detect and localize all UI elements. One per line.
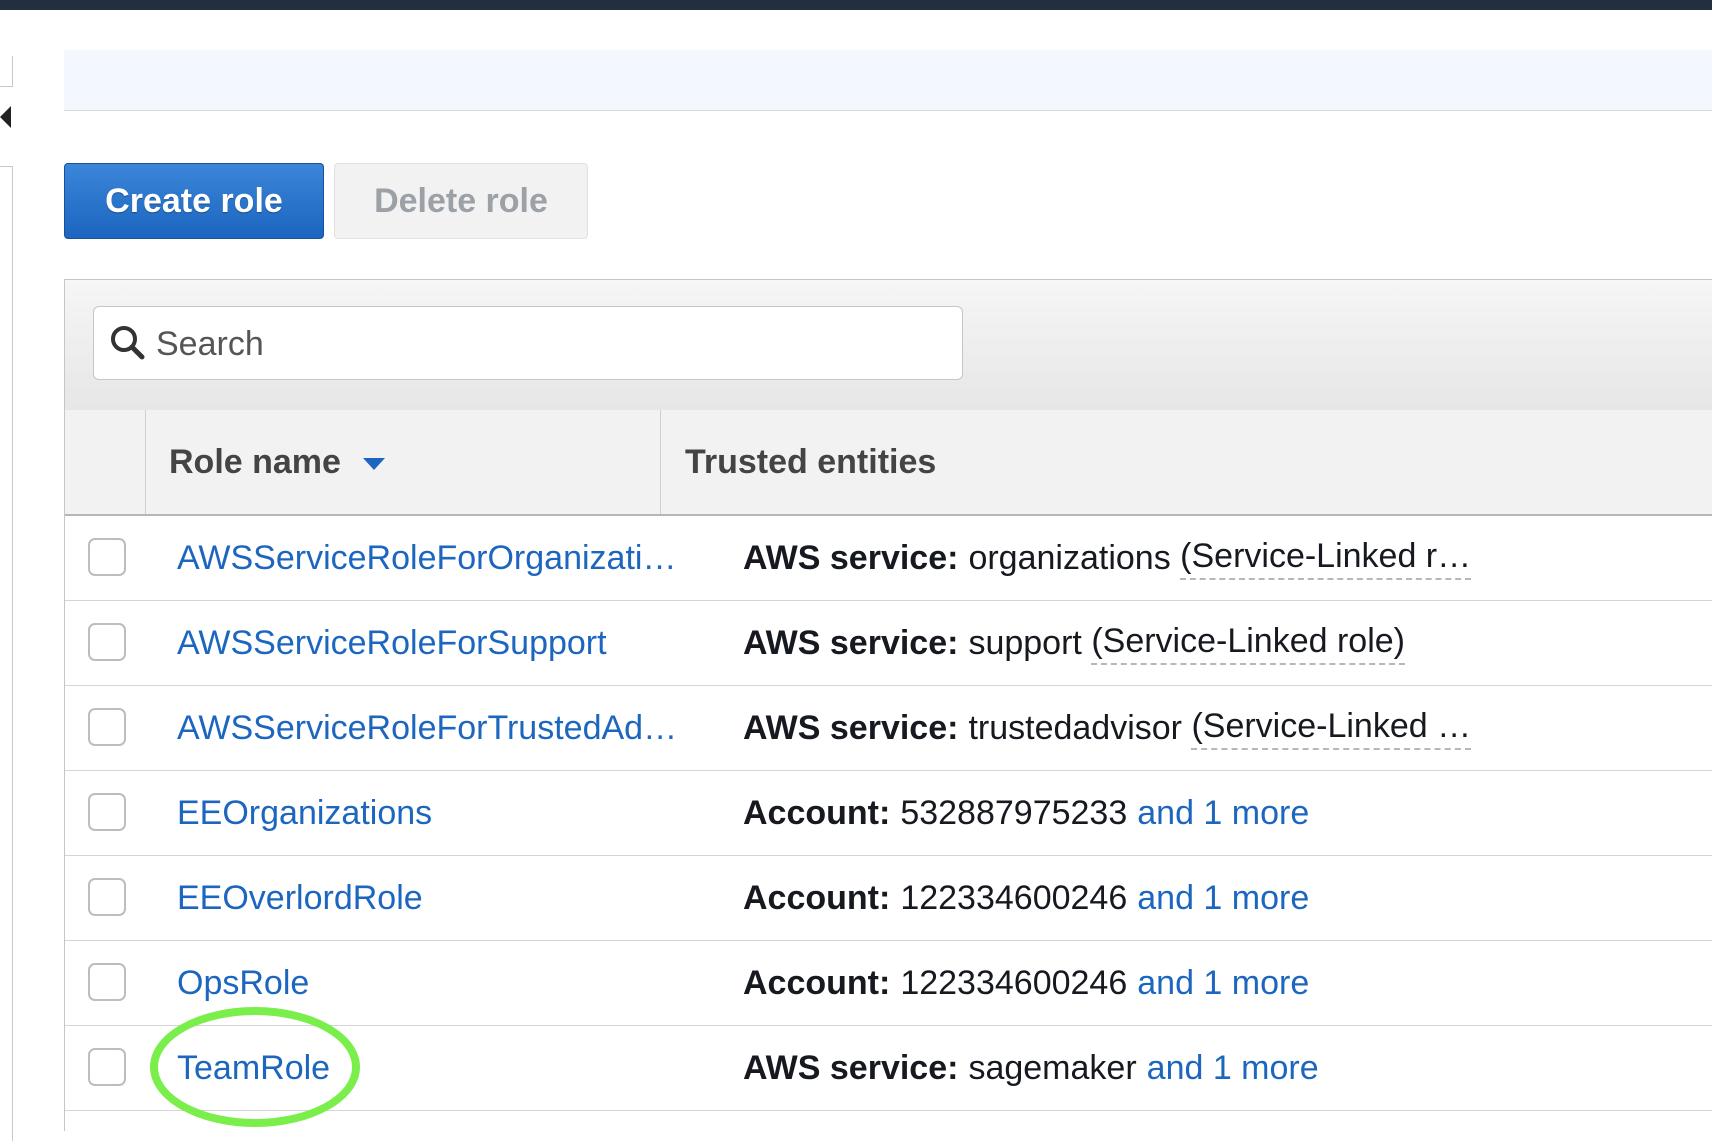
table-filter-bar bbox=[65, 280, 1712, 411]
column-divider bbox=[145, 410, 146, 514]
table-row: AWSServiceRoleForOrganizati… AWS service… bbox=[65, 516, 1712, 601]
role-name-link[interactable]: TeamRole bbox=[177, 1026, 677, 1110]
role-name-link[interactable]: EEOrganizations bbox=[177, 771, 677, 855]
search-input[interactable] bbox=[154, 317, 948, 371]
service-linked-tooltip[interactable]: (Service-Linked … bbox=[1191, 707, 1472, 750]
table-row: AWSServiceRoleForTrustedAd… AWS service:… bbox=[65, 686, 1712, 771]
entity-value: support bbox=[968, 623, 1082, 662]
row-checkbox[interactable] bbox=[88, 623, 126, 661]
entity-value: 122334600246 bbox=[900, 878, 1128, 917]
entity-type: Account: bbox=[743, 793, 891, 832]
roles-table: Role name Trusted entities AWSServiceRol… bbox=[64, 279, 1712, 1131]
role-name-link[interactable]: EEOverlordRole bbox=[177, 856, 677, 940]
entity-value: 532887975233 bbox=[900, 793, 1128, 832]
and-more-link[interactable]: and 1 more bbox=[1137, 879, 1309, 918]
entity-type: Account: bbox=[743, 963, 891, 1002]
create-role-button[interactable]: Create role bbox=[64, 163, 324, 239]
table-row: EEOrganizations Account: 532887975233 an… bbox=[65, 771, 1712, 856]
role-name-link[interactable]: OpsRole bbox=[177, 941, 677, 1025]
and-more-link[interactable]: and 1 more bbox=[1137, 794, 1309, 833]
table-row: TeamRole AWS service: sagemaker and 1 mo… bbox=[65, 1026, 1712, 1111]
entity-value: sagemaker bbox=[968, 1048, 1137, 1087]
table-header-row: Role name Trusted entities bbox=[65, 410, 1712, 516]
rail-divider bbox=[0, 56, 13, 87]
entity-value: 122334600246 bbox=[900, 963, 1128, 1002]
role-name-link[interactable]: AWSServiceRoleForSupport bbox=[177, 601, 677, 685]
row-checkbox[interactable] bbox=[88, 708, 126, 746]
row-checkbox[interactable] bbox=[88, 1048, 126, 1086]
and-more-link[interactable]: and 1 more bbox=[1137, 964, 1309, 1003]
side-navigation-rail bbox=[0, 10, 14, 1141]
service-linked-tooltip[interactable]: (Service-Linked r… bbox=[1180, 537, 1472, 580]
trusted-entities-cell: Account: 122334600246 and 1 more bbox=[743, 941, 1703, 1025]
trusted-entities-cell: Account: 532887975233 and 1 more bbox=[743, 771, 1703, 855]
column-header-role-name[interactable]: Role name bbox=[169, 410, 385, 514]
delete-role-button[interactable]: Delete role bbox=[334, 163, 588, 239]
search-box[interactable] bbox=[93, 306, 963, 380]
table-row: AWSServiceRoleForSupport AWS service: su… bbox=[65, 601, 1712, 686]
entity-type: AWS service: bbox=[743, 538, 959, 577]
column-header-label: Trusted entities bbox=[685, 442, 937, 481]
entity-type: AWS service: bbox=[743, 1048, 959, 1087]
trusted-entities-cell: AWS service: trustedadvisor (Service-Lin… bbox=[743, 686, 1703, 770]
trusted-entities-cell: AWS service: support (Service-Linked rol… bbox=[743, 601, 1703, 685]
row-checkbox[interactable] bbox=[88, 878, 126, 916]
entity-type: AWS service: bbox=[743, 708, 959, 747]
info-banner bbox=[64, 50, 1712, 111]
entity-value: organizations bbox=[968, 538, 1171, 577]
entity-value: trustedadvisor bbox=[968, 708, 1182, 747]
role-name-link[interactable]: AWSServiceRoleForTrustedAd… bbox=[177, 686, 677, 770]
caret-left-icon[interactable] bbox=[0, 106, 11, 128]
row-checkbox[interactable] bbox=[88, 963, 126, 1001]
and-more-link[interactable]: and 1 more bbox=[1147, 1049, 1319, 1088]
column-header-label: Role name bbox=[169, 442, 341, 481]
trusted-entities-cell: Account: 122334600246 and 1 more bbox=[743, 856, 1703, 940]
search-icon bbox=[111, 326, 145, 360]
column-header-trusted-entities: Trusted entities bbox=[685, 410, 936, 514]
trusted-entities-cell: AWS service: sagemaker and 1 more bbox=[743, 1026, 1703, 1110]
row-checkbox[interactable] bbox=[88, 538, 126, 576]
entity-type: AWS service: bbox=[743, 623, 959, 662]
trusted-entities-cell: AWS service: organizations (Service-Link… bbox=[743, 516, 1703, 600]
row-checkbox[interactable] bbox=[88, 793, 126, 831]
role-name-link[interactable]: AWSServiceRoleForOrganizati… bbox=[177, 516, 677, 600]
entity-type: Account: bbox=[743, 878, 891, 917]
table-row: EEOverlordRole Account: 122334600246 and… bbox=[65, 856, 1712, 941]
column-divider bbox=[660, 410, 661, 514]
top-navigation-bar bbox=[0, 0, 1712, 10]
service-linked-tooltip[interactable]: (Service-Linked role) bbox=[1091, 622, 1405, 665]
caret-down-icon[interactable] bbox=[362, 458, 385, 470]
table-row: OpsRole Account: 122334600246 and 1 more bbox=[65, 941, 1712, 1026]
rail-divider bbox=[0, 166, 13, 1141]
